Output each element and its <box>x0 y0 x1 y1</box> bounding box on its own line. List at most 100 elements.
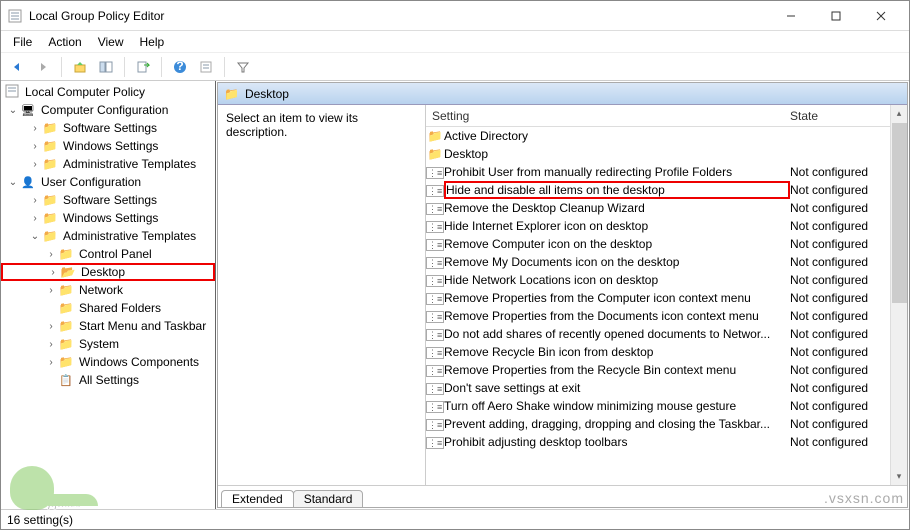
tree-item[interactable]: ›📁Software Settings <box>1 119 215 137</box>
list-row[interactable]: Remove Recycle Bin icon from desktopNot … <box>426 343 890 361</box>
menu-action[interactable]: Action <box>40 33 89 51</box>
list-row[interactable]: Remove My Documents icon on the desktopN… <box>426 253 890 271</box>
expand-icon[interactable]: › <box>45 321 57 332</box>
maximize-button[interactable] <box>813 2 858 30</box>
tree-label: Software Settings <box>61 193 159 207</box>
tab-standard[interactable]: Standard <box>293 490 364 508</box>
setting-state: Not configured <box>790 327 890 341</box>
tree-item[interactable]: ›📁Windows Settings <box>1 137 215 155</box>
policy-setting-icon <box>426 327 444 341</box>
close-button[interactable] <box>858 2 903 30</box>
tree-label: Network <box>77 283 125 297</box>
setting-state: Not configured <box>790 201 890 215</box>
tree-item[interactable]: ›📁Administrative Templates <box>1 155 215 173</box>
expand-icon[interactable]: › <box>29 159 41 170</box>
expand-icon[interactable]: › <box>47 267 59 278</box>
list-row[interactable]: Remove Properties from the Documents ico… <box>426 307 890 325</box>
menu-view[interactable]: View <box>90 33 132 51</box>
main-area: Local Computer Policy ⌄ Computer Configu… <box>1 81 909 509</box>
collapse-icon[interactable]: ⌄ <box>7 105 19 116</box>
list-header[interactable]: Setting State <box>426 105 890 127</box>
list-row[interactable]: Prohibit User from manually redirecting … <box>426 163 890 181</box>
description-text: Select an item to view its description. <box>226 111 358 139</box>
setting-name: Don't save settings at exit <box>444 381 790 395</box>
list-row[interactable]: Remove the Desktop Cleanup WizardNot con… <box>426 199 890 217</box>
expand-icon[interactable]: › <box>29 213 41 224</box>
toolbar: ? <box>1 53 909 81</box>
scroll-up-button[interactable]: ▴ <box>891 105 907 122</box>
filter-button[interactable] <box>231 55 255 79</box>
list-row[interactable]: Prohibit adjusting desktop toolbarsNot c… <box>426 433 890 451</box>
folder-icon: 📁 <box>58 283 74 297</box>
expand-icon[interactable]: › <box>29 141 41 152</box>
policy-setting-icon <box>426 363 444 377</box>
list-row[interactable]: 📁Active Directory <box>426 127 890 145</box>
expand-icon[interactable]: › <box>45 357 57 368</box>
list-row[interactable]: Remove Properties from the Computer icon… <box>426 289 890 307</box>
tree-item[interactable]: ›📁Network <box>1 281 215 299</box>
tree-admin-templates[interactable]: ⌄📁Administrative Templates <box>1 227 215 245</box>
list-row[interactable]: Prevent adding, dragging, dropping and c… <box>426 415 890 433</box>
header-setting[interactable]: Setting <box>426 109 790 123</box>
tree-root-label: Local Computer Policy <box>23 85 147 99</box>
expand-icon[interactable]: › <box>45 339 57 350</box>
folder-icon: 📁 <box>426 129 444 143</box>
tree-root[interactable]: Local Computer Policy <box>1 83 215 101</box>
tree-pane[interactable]: Local Computer Policy ⌄ Computer Configu… <box>1 81 216 509</box>
expand-icon[interactable]: › <box>29 123 41 134</box>
show-hide-tree-button[interactable] <box>94 55 118 79</box>
header-state[interactable]: State <box>790 109 890 123</box>
list-row[interactable]: Don't save settings at exitNot configure… <box>426 379 890 397</box>
tree-label: Shared Folders <box>77 301 163 315</box>
tree-item-desktop[interactable]: ›📂Desktop <box>1 263 215 281</box>
tab-extended[interactable]: Extended <box>221 490 294 508</box>
setting-name: Do not add shares of recently opened doc… <box>444 327 790 341</box>
list-row[interactable]: Hide Network Locations icon on desktopNo… <box>426 271 890 289</box>
forward-button[interactable] <box>31 55 55 79</box>
list-row[interactable]: Do not add shares of recently opened doc… <box>426 325 890 343</box>
expand-icon[interactable]: › <box>45 285 57 296</box>
collapse-icon[interactable]: ⌄ <box>7 177 19 188</box>
policy-setting-icon <box>426 345 444 359</box>
minimize-button[interactable] <box>768 2 813 30</box>
scroll-down-button[interactable]: ▾ <box>891 468 907 485</box>
tree-item[interactable]: 📁Shared Folders <box>1 299 215 317</box>
vertical-scrollbar[interactable]: ▴ ▾ <box>890 105 907 485</box>
export-button[interactable] <box>131 55 155 79</box>
setting-state: Not configured <box>790 165 890 179</box>
expand-icon[interactable]: › <box>45 249 57 260</box>
tree-label: Administrative Templates <box>61 157 198 171</box>
menu-help[interactable]: Help <box>132 33 173 51</box>
tree-item[interactable]: ›📁Software Settings <box>1 191 215 209</box>
setting-state: Not configured <box>790 291 890 305</box>
scroll-thumb[interactable] <box>892 123 907 303</box>
setting-name: Remove My Documents icon on the desktop <box>444 255 790 269</box>
up-button[interactable] <box>68 55 92 79</box>
policy-icon <box>4 84 20 101</box>
tree-item[interactable]: ›📁Control Panel <box>1 245 215 263</box>
title-bar: Local Group Policy Editor <box>1 1 909 31</box>
properties-button[interactable] <box>194 55 218 79</box>
list-body[interactable]: 📁Active Directory📁DesktopProhibit User f… <box>426 127 890 485</box>
list-row[interactable]: Remove Properties from the Recycle Bin c… <box>426 361 890 379</box>
list-row[interactable]: Turn off Aero Shake window minimizing mo… <box>426 397 890 415</box>
tree-item[interactable]: ›📁Windows Components <box>1 353 215 371</box>
tree-item[interactable]: ›📁System <box>1 335 215 353</box>
toolbar-separator <box>124 57 125 77</box>
collapse-icon[interactable]: ⌄ <box>29 231 41 242</box>
folder-icon: 📁 <box>42 139 58 153</box>
tree-computer-config[interactable]: ⌄ Computer Configuration <box>1 101 215 119</box>
help-button[interactable]: ? <box>168 55 192 79</box>
back-button[interactable] <box>5 55 29 79</box>
list-row[interactable]: 📁Desktop <box>426 145 890 163</box>
tree-user-config[interactable]: ⌄ User Configuration <box>1 173 215 191</box>
list-row[interactable]: Hide and disable all items on the deskto… <box>426 181 890 199</box>
tree-item[interactable]: ›📁Windows Settings <box>1 209 215 227</box>
expand-icon[interactable]: › <box>29 195 41 206</box>
description-column: Select an item to view its description. <box>218 105 426 485</box>
tree-item[interactable]: All Settings <box>1 371 215 389</box>
menu-file[interactable]: File <box>5 33 40 51</box>
list-row[interactable]: Hide Internet Explorer icon on desktopNo… <box>426 217 890 235</box>
tree-item[interactable]: ›📁Start Menu and Taskbar <box>1 317 215 335</box>
list-row[interactable]: Remove Computer icon on the desktopNot c… <box>426 235 890 253</box>
